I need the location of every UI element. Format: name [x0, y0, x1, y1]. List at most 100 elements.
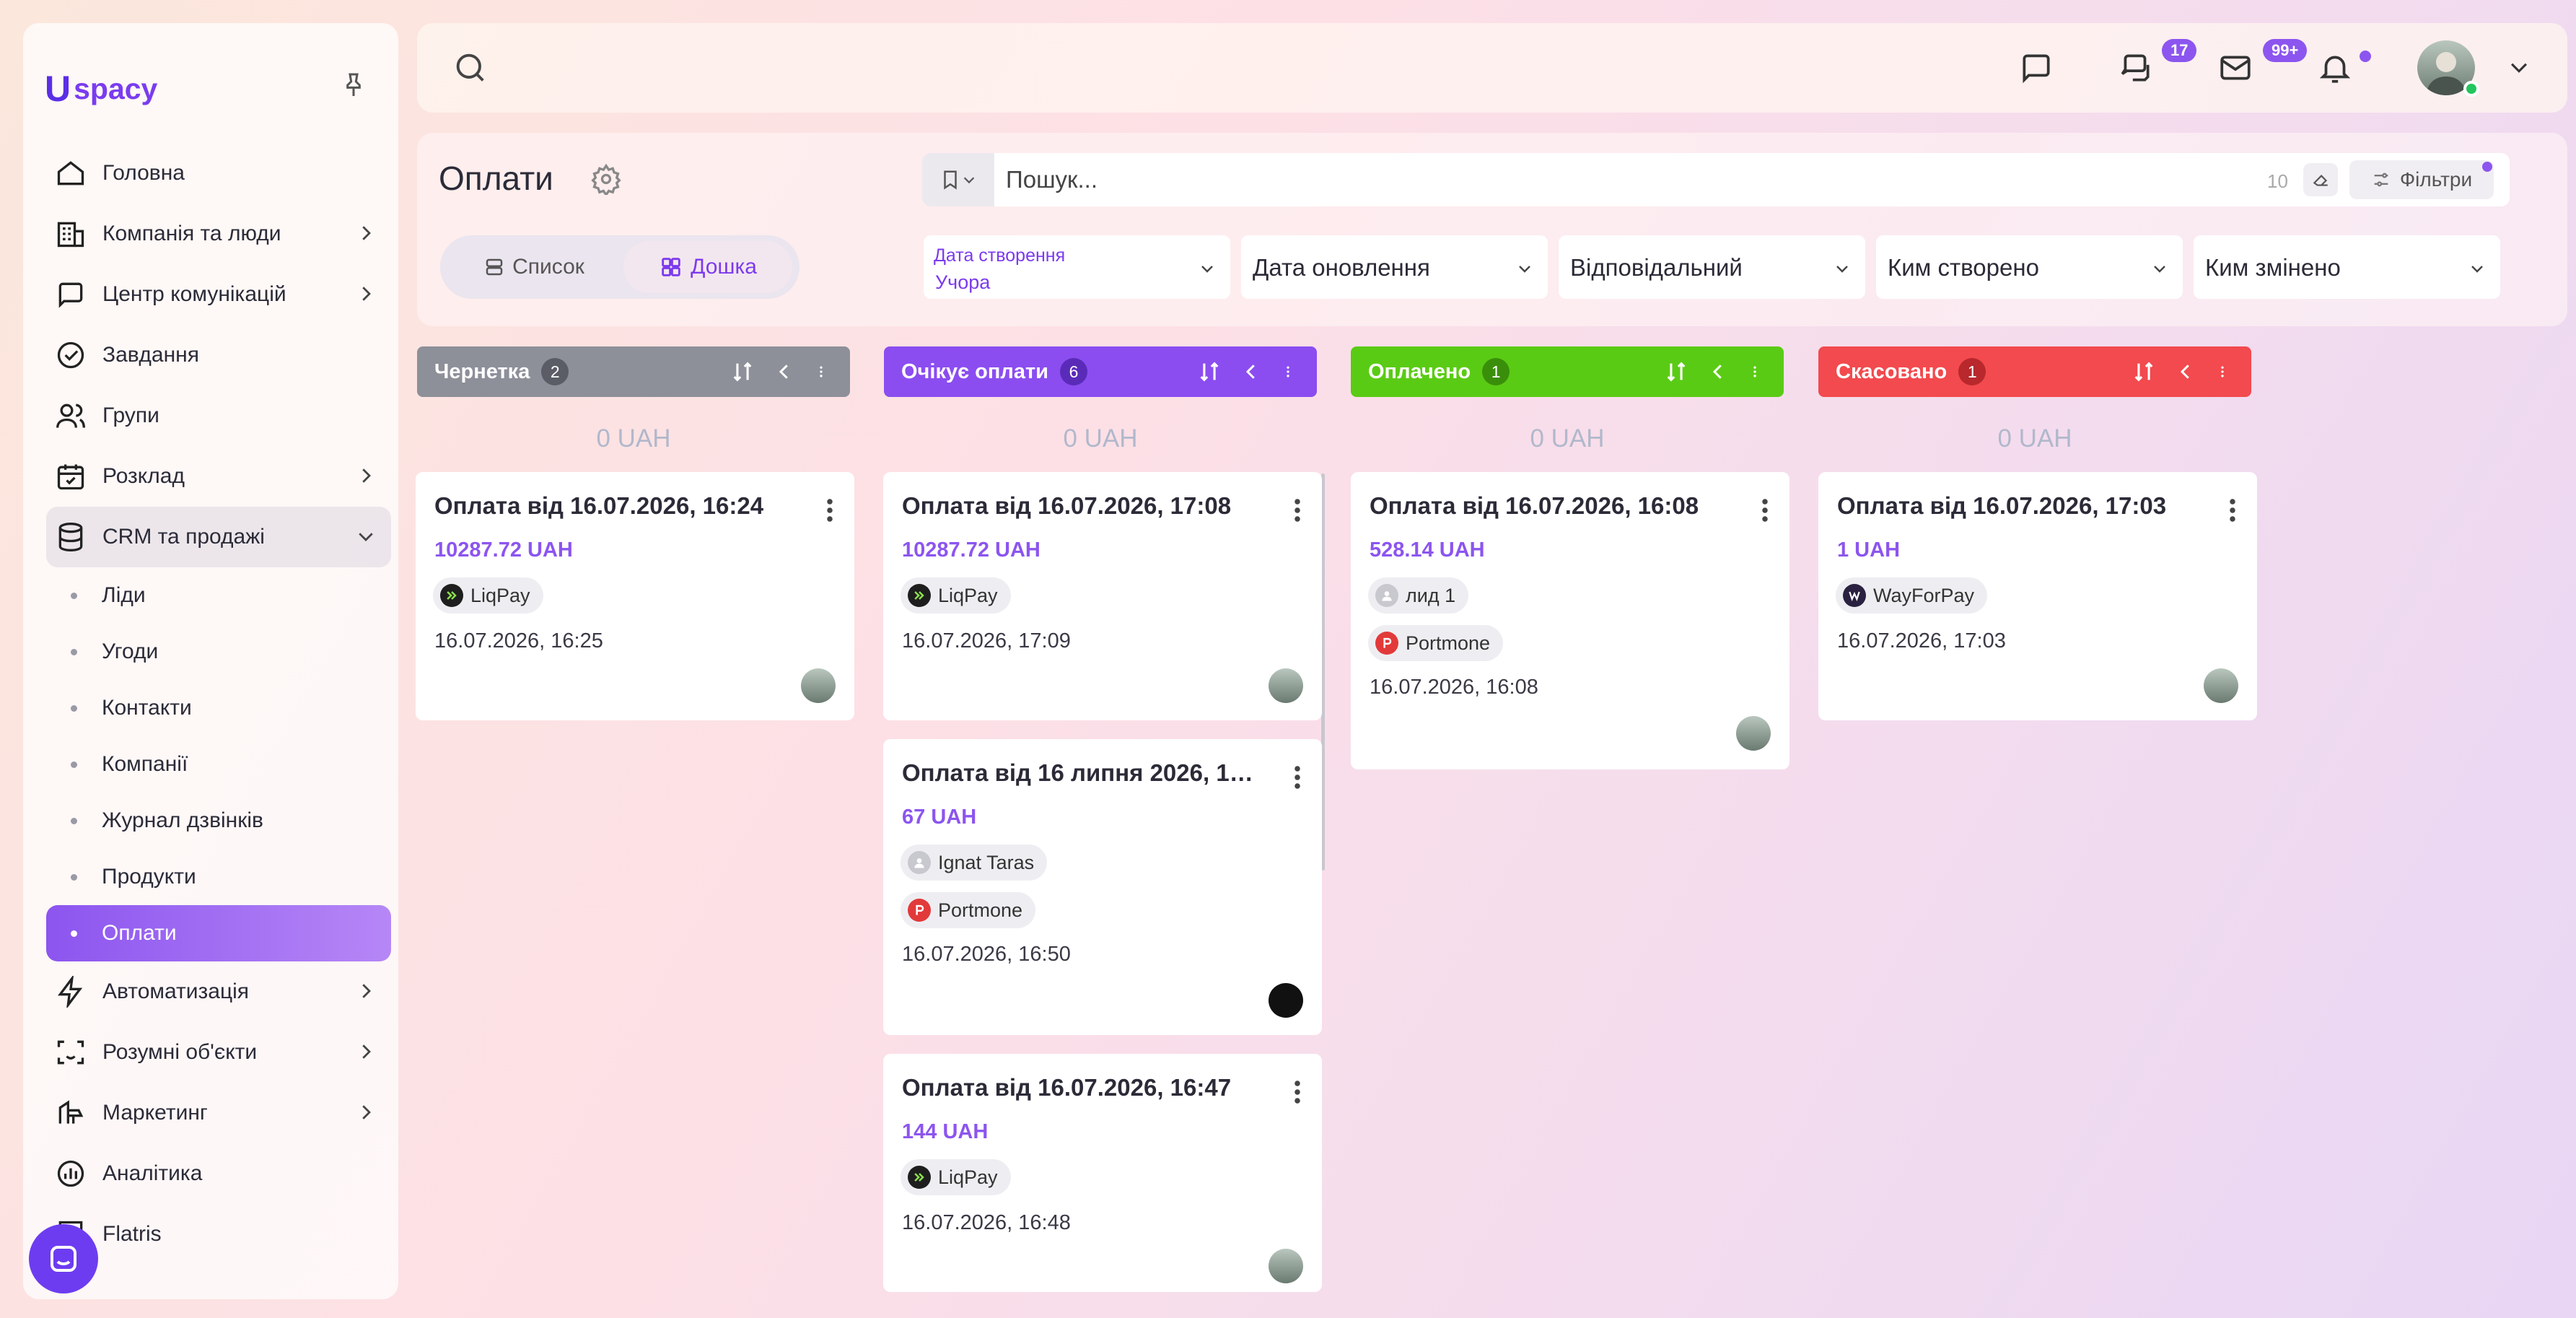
- payment-card[interactable]: Оплата від 16.07.2026, 16:47 144 UAH Liq…: [883, 1054, 1322, 1292]
- more-vertical-icon[interactable]: [1293, 1078, 1302, 1106]
- filter-updated-date[interactable]: Дата оновлення: [1241, 235, 1548, 299]
- support-chat-button[interactable]: [29, 1224, 98, 1293]
- sidebar-item-label: Маркетинг: [102, 1101, 208, 1125]
- more-vertical-icon[interactable]: [1293, 497, 1302, 524]
- filter-modified-by[interactable]: Ким змінено: [2194, 235, 2500, 299]
- sidebar-subitem-label: Угоди: [102, 640, 159, 663]
- view-list-label: Список: [512, 255, 584, 279]
- column-header-awaiting: Очікує оплати 6: [884, 346, 1317, 397]
- sidebar-subitem-deals[interactable]: Угоди: [46, 624, 391, 680]
- chevron-down-icon: [1836, 266, 1848, 273]
- card-title: Оплата від 16.07.2026, 16:47: [902, 1074, 1232, 1101]
- chat-icon: [51, 1246, 76, 1272]
- more-vertical-icon[interactable]: [2215, 359, 2230, 384]
- payment-card[interactable]: Оплата від 16 липня 2026, 16:49 67 UAH I…: [883, 739, 1322, 1035]
- avatar: [1269, 668, 1303, 703]
- column-name: Очікує оплати: [901, 359, 1048, 383]
- more-vertical-icon[interactable]: [814, 359, 828, 384]
- filter-label: Ким створено: [1888, 254, 2039, 281]
- sidebar-item-label: Аналітика: [102, 1161, 203, 1185]
- chip-label: Ignat Taras: [938, 851, 1035, 873]
- sidebar-item-groups[interactable]: Групи: [46, 385, 391, 446]
- chevron-left-icon[interactable]: [1240, 359, 1262, 384]
- sidebar-subitem-contacts[interactable]: Контакти: [46, 680, 391, 736]
- more-vertical-icon[interactable]: [1281, 359, 1295, 384]
- card-title: Оплата від 16 липня 2026, 16:49: [902, 759, 1256, 786]
- search-icon[interactable]: [452, 49, 489, 90]
- sidebar-item-home[interactable]: Головна: [46, 143, 391, 204]
- sidebar-item-communications[interactable]: Центр комунікацій: [46, 264, 391, 325]
- clear-filters-button[interactable]: [2303, 163, 2338, 196]
- pin-icon[interactable]: [339, 69, 368, 101]
- sidebar-item-automation[interactable]: Автоматизація: [46, 961, 391, 1022]
- card-amount: 67 UAH: [902, 806, 977, 829]
- chevron-left-icon[interactable]: [1707, 359, 1729, 384]
- sidebar-subitem-leads[interactable]: Ліди: [46, 567, 391, 624]
- database-icon: [53, 520, 88, 554]
- payment-card[interactable]: Оплата від 16.07.2026, 17:08 10287.72 UA…: [883, 472, 1322, 720]
- gear-icon[interactable]: [590, 163, 622, 197]
- sidebar-item-label: Завдання: [102, 343, 199, 367]
- sidebar-item-crm[interactable]: CRM та продажі: [46, 507, 391, 567]
- filter-responsible[interactable]: Відповідальний: [1559, 235, 1865, 299]
- bookmark-icon: [944, 170, 957, 190]
- column-header-paid: Оплачено 1: [1351, 346, 1784, 397]
- card-date: 16.07.2026, 17:03: [1837, 629, 2006, 653]
- sidebar-item-marketing[interactable]: Маркетинг: [46, 1083, 391, 1143]
- more-vertical-icon[interactable]: [1293, 764, 1302, 791]
- chevron-right-icon: [355, 1101, 377, 1123]
- sidebar-item-analytics[interactable]: Аналітика: [46, 1143, 391, 1204]
- chats-icon[interactable]: [2114, 46, 2157, 90]
- sidebar-item-smart-objects[interactable]: Розумні об'єкти: [46, 1022, 391, 1083]
- chevron-down-icon[interactable]: [2507, 55, 2531, 83]
- sidebar-subitem-products[interactable]: Продукти: [46, 849, 391, 905]
- bullet: [71, 592, 77, 599]
- check-circle-icon: [53, 338, 88, 372]
- bullet: [71, 648, 77, 655]
- uspacy-logo[interactable]: U spacy: [45, 68, 157, 110]
- sidebar-subitem-payments[interactable]: Оплати: [46, 905, 391, 961]
- portmone-icon: [908, 899, 931, 922]
- search-input[interactable]: Пошук...: [1006, 166, 1098, 193]
- filters-button[interactable]: Фільтри: [2349, 160, 2494, 199]
- filter-created-by[interactable]: Ким створено: [1876, 235, 2183, 299]
- sidebar-subitem-call-log[interactable]: Журнал дзвінків: [46, 793, 391, 849]
- chevron-right-icon: [355, 980, 377, 1002]
- payment-card[interactable]: Оплата від 16.07.2026, 16:08 528.14 UAH …: [1351, 472, 1789, 769]
- more-vertical-icon[interactable]: [1761, 497, 1769, 524]
- sort-icon[interactable]: [730, 359, 755, 384]
- filter-label: Відповідальний: [1570, 254, 1743, 281]
- payment-card[interactable]: Оплата від 16.07.2026, 16:24 10287.72 UA…: [416, 472, 854, 720]
- liqpay-icon: [908, 1166, 931, 1189]
- payment-system-chip: LiqPay: [901, 1159, 1011, 1195]
- more-vertical-icon[interactable]: [2228, 497, 2237, 524]
- chevron-down-icon: [355, 525, 377, 547]
- sort-icon[interactable]: [1197, 359, 1222, 384]
- filter-created-date[interactable]: Дата створення Учора: [924, 235, 1230, 299]
- card-title: Оплата від 16.07.2026, 16:24: [434, 492, 764, 519]
- column-total: 0 UAH: [1997, 424, 2072, 453]
- messages-icon[interactable]: [2015, 46, 2058, 90]
- payment-system-chip: LiqPay: [901, 577, 1011, 614]
- sort-icon[interactable]: [2132, 359, 2156, 384]
- logo-text: spacy: [74, 71, 158, 105]
- column-name: Скасовано: [1836, 359, 1948, 383]
- bell-icon[interactable]: [2313, 46, 2357, 90]
- sidebar-item-company[interactable]: Компанія та люди: [46, 204, 391, 264]
- chevron-left-icon[interactable]: [774, 359, 795, 384]
- chevron-left-icon[interactable]: [2175, 359, 2196, 384]
- view-board-button[interactable]: Дошка: [623, 241, 792, 293]
- sidebar: U spacy Головна Компанія та люди Центр к…: [23, 23, 398, 1299]
- saved-filters-dropdown[interactable]: [922, 153, 994, 206]
- sort-icon[interactable]: [1664, 359, 1688, 384]
- more-vertical-icon[interactable]: [1748, 359, 1762, 384]
- sidebar-item-schedule[interactable]: Розклад: [46, 446, 391, 507]
- sidebar-item-tasks[interactable]: Завдання: [46, 325, 391, 385]
- chip-label: LiqPay: [938, 584, 998, 606]
- payment-card[interactable]: Оплата від 16.07.2026, 17:03 1 UAH WayFo…: [1818, 472, 2257, 720]
- view-list-button[interactable]: Список: [447, 241, 621, 293]
- mail-icon[interactable]: [2214, 46, 2257, 90]
- column-count: 6: [1059, 358, 1087, 385]
- sidebar-subitem-companies[interactable]: Компанії: [46, 736, 391, 793]
- more-vertical-icon[interactable]: [825, 497, 834, 524]
